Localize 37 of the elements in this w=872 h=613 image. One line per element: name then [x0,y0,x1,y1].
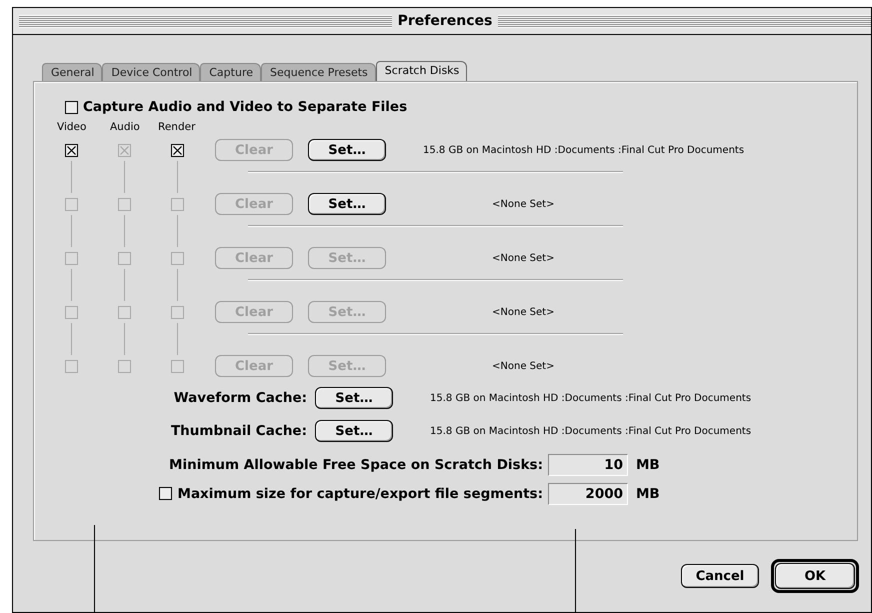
disk-location: <None Set> [492,252,554,264]
window-title: Preferences [398,13,492,29]
checkbox[interactable] [158,487,172,500]
disk-location: <None Set> [492,360,554,372]
checkbox-label: Maximum size for capture/export file segments: [178,486,543,502]
disk-location: 15.8 GB on Macintosh HD :Documents :Final Cut Pro Documents [423,144,744,156]
column-header: Render [158,121,196,133]
field-label: Minimum Allowable Free Space on Scratch Disks: [169,456,543,472]
set-button[interactable]: Set… [308,193,386,215]
unit-label: MB [636,456,660,472]
title-bar-stripes[interactable] [498,14,871,28]
tab[interactable]: Scratch Disks [376,61,468,81]
cache-label: Waveform Cache: [172,390,308,406]
disk-location: <None Set> [492,306,554,318]
cache-label: Thumbnail Cache: [170,423,308,439]
tab[interactable]: Sequence Presets [261,63,376,81]
cancel-button[interactable]: Cancel [681,564,759,588]
set-button[interactable]: Set… [315,387,393,409]
column-header: Video [57,121,88,133]
title-bar-stripes[interactable] [19,14,392,28]
column-header: Audio [110,121,141,133]
set-button[interactable]: Set… [315,420,393,442]
checkbox[interactable] [65,100,78,114]
tab[interactable]: Capture [200,63,261,81]
unit-label: MB [636,486,660,502]
input-field[interactable]: 10 [548,454,628,476]
cache-location: 15.8 GB on Macintosh HD :Documents :Final Cut Pro Documents [430,392,752,404]
input-field[interactable]: 2000 [548,482,628,504]
checkbox[interactable] [65,144,78,156]
disk-location: <None Set> [492,198,554,210]
ok-button[interactable]: OK [775,563,855,589]
cache-location: 15.8 GB on Macintosh HD :Documents :Final Cut Pro Documents [430,426,752,436]
tab[interactable]: General [42,63,102,81]
tab[interactable]: Device Control [102,63,200,81]
checkbox-label: Capture Audio and Video to Separate Files [83,99,408,115]
set-button[interactable]: Set… [308,139,386,161]
checkbox[interactable] [171,144,184,156]
